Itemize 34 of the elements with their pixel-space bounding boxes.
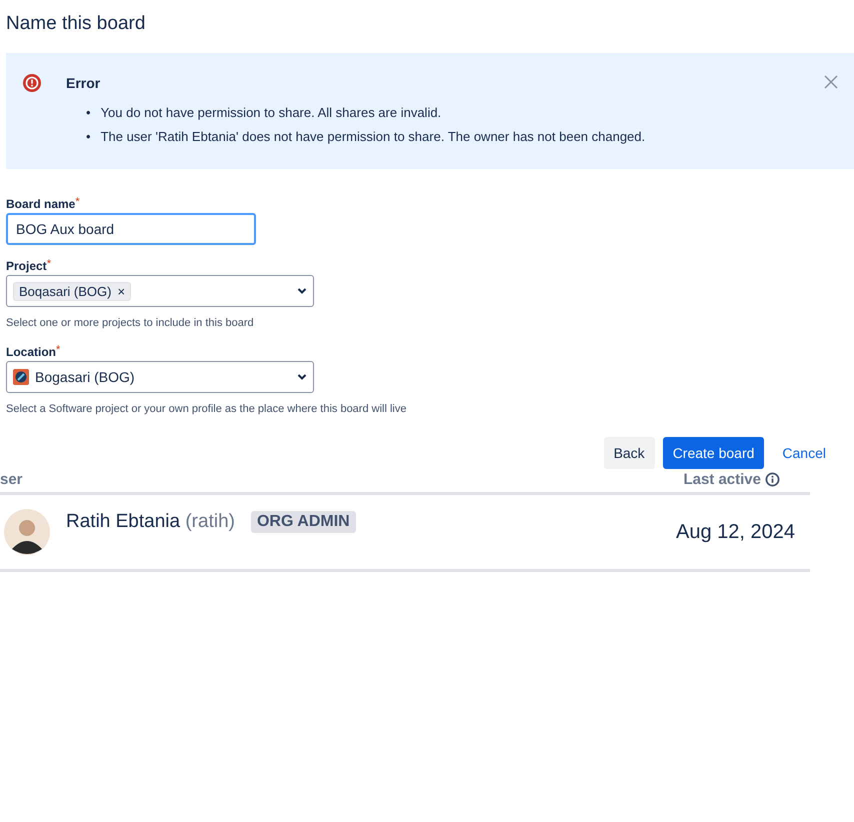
user-name: Ratih Ebtania (ratih) <box>66 511 235 533</box>
error-title: Error <box>66 75 102 91</box>
remove-tag-button[interactable]: × <box>117 284 126 298</box>
error-icon <box>22 73 42 93</box>
column-header: Last active <box>683 471 780 488</box>
help-text: Select one or more projects to include in this board <box>6 317 255 329</box>
required-mark: * <box>56 345 60 356</box>
field-label: Board name <box>6 197 76 211</box>
last-active-date: Aug 12, 2024 <box>676 520 795 544</box>
info-icon <box>765 472 780 487</box>
error-message: You do not have permission to share. All shares are invalid. <box>100 104 442 122</box>
role-badge: ORG ADMIN <box>250 511 356 533</box>
field-label: Location <box>6 345 56 359</box>
field-label: Project <box>6 259 47 273</box>
error-message: The user 'Ratih Ebtania' does not have permission to share. The owner has not been changed. <box>100 128 646 146</box>
required-mark: * <box>46 259 51 270</box>
chevron-down-icon <box>297 373 307 381</box>
dialog-title: Name this board <box>5 12 146 35</box>
board-name-field[interactable]: BOG Aux board <box>6 213 256 245</box>
required-mark: * <box>75 197 80 208</box>
location-select[interactable]: Bogasari (BOG) <box>6 361 314 393</box>
action-button[interactable]: Back <box>604 437 655 469</box>
avatar <box>4 509 50 555</box>
column-header: ser <box>0 471 23 488</box>
bullet: • <box>86 128 91 146</box>
tag-label: Boqasari (BOG) <box>19 284 112 298</box>
project-avatar-icon <box>13 369 29 385</box>
cancel-link[interactable]: Cancel <box>772 437 836 469</box>
action-button[interactable]: Create board <box>662 437 764 469</box>
bullet: • <box>86 104 91 122</box>
close-button[interactable] <box>822 73 840 91</box>
project-select[interactable]: Boqasari (BOG) × <box>6 275 314 307</box>
chevron-down-icon <box>297 287 307 295</box>
help-text: Select a Software project or your own profile as the place where this board will live <box>6 403 408 415</box>
